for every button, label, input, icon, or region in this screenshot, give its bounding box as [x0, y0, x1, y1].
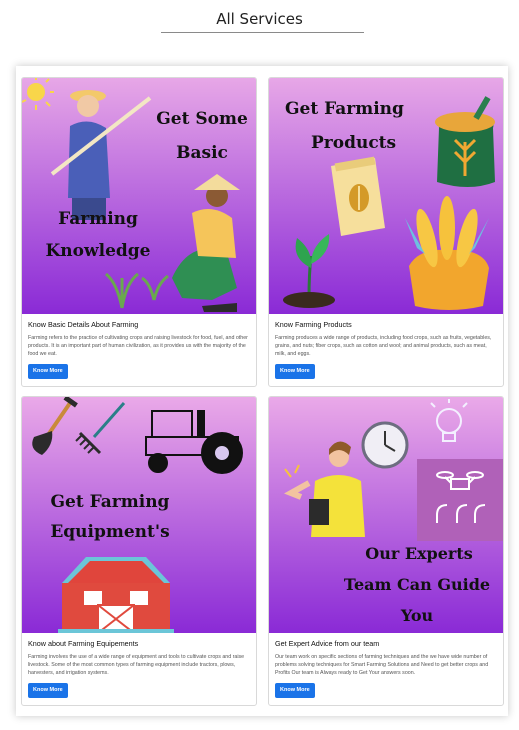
banner-line: Products — [311, 133, 396, 153]
card-description: Our team work on specific sections of fa… — [275, 654, 489, 676]
card-title: Know Basic Details About Farming — [28, 320, 139, 329]
know-more-button[interactable]: Know More — [275, 364, 315, 379]
banner-line: Get Farming — [285, 99, 404, 119]
card-description: Farming refers to the practice of cultiv… — [28, 335, 248, 357]
banner-line: Basic — [176, 143, 228, 163]
services-container: Get Some Basic Farming Knowledge Know Ba… — [16, 66, 508, 716]
card-banner: Get Some Basic Farming Knowledge — [22, 78, 256, 314]
service-card-products: Get Farming Products Know Farming Produc… — [268, 77, 504, 387]
card-title: Know Farming Products — [275, 320, 352, 329]
know-more-button[interactable]: Know More — [28, 364, 68, 379]
card-banner: Our Experts Team Can Guide You — [269, 397, 503, 633]
banner-line: Knowledge — [46, 241, 151, 261]
know-more-button[interactable]: Know More — [275, 683, 315, 698]
know-more-button[interactable]: Know More — [28, 683, 68, 698]
banner-line: Our Experts — [365, 544, 473, 563]
title-divider — [161, 32, 364, 33]
banner-line: Get Farming — [51, 492, 170, 512]
card-title: Know about Farming Equipements — [28, 639, 139, 648]
card-description: Farming produces a wide range of product… — [275, 335, 492, 357]
service-card-basics: Get Some Basic Farming Knowledge Know Ba… — [21, 77, 257, 387]
banner-line: Equipment's — [50, 522, 169, 542]
card-banner: Get Farming Equipment's — [22, 397, 256, 633]
banner-line: Get Some — [156, 109, 248, 129]
banner-line: Farming — [58, 209, 138, 229]
banner-line: You — [400, 606, 434, 625]
page-title: All Services — [216, 10, 303, 28]
service-card-experts: Our Experts Team Can Guide You Get Exper… — [268, 396, 504, 706]
card-description: Farming involves the use of a wide range… — [28, 654, 245, 676]
card-banner: Get Farming Products — [269, 78, 503, 314]
clock-icon — [361, 421, 409, 469]
banner-line: Team Can Guide — [344, 575, 490, 594]
card-title: Get Expert Advice from our team — [275, 639, 380, 648]
service-card-equipment: Get Farming Equipment's Know about Farmi… — [21, 396, 257, 706]
drone-icon — [417, 459, 503, 541]
